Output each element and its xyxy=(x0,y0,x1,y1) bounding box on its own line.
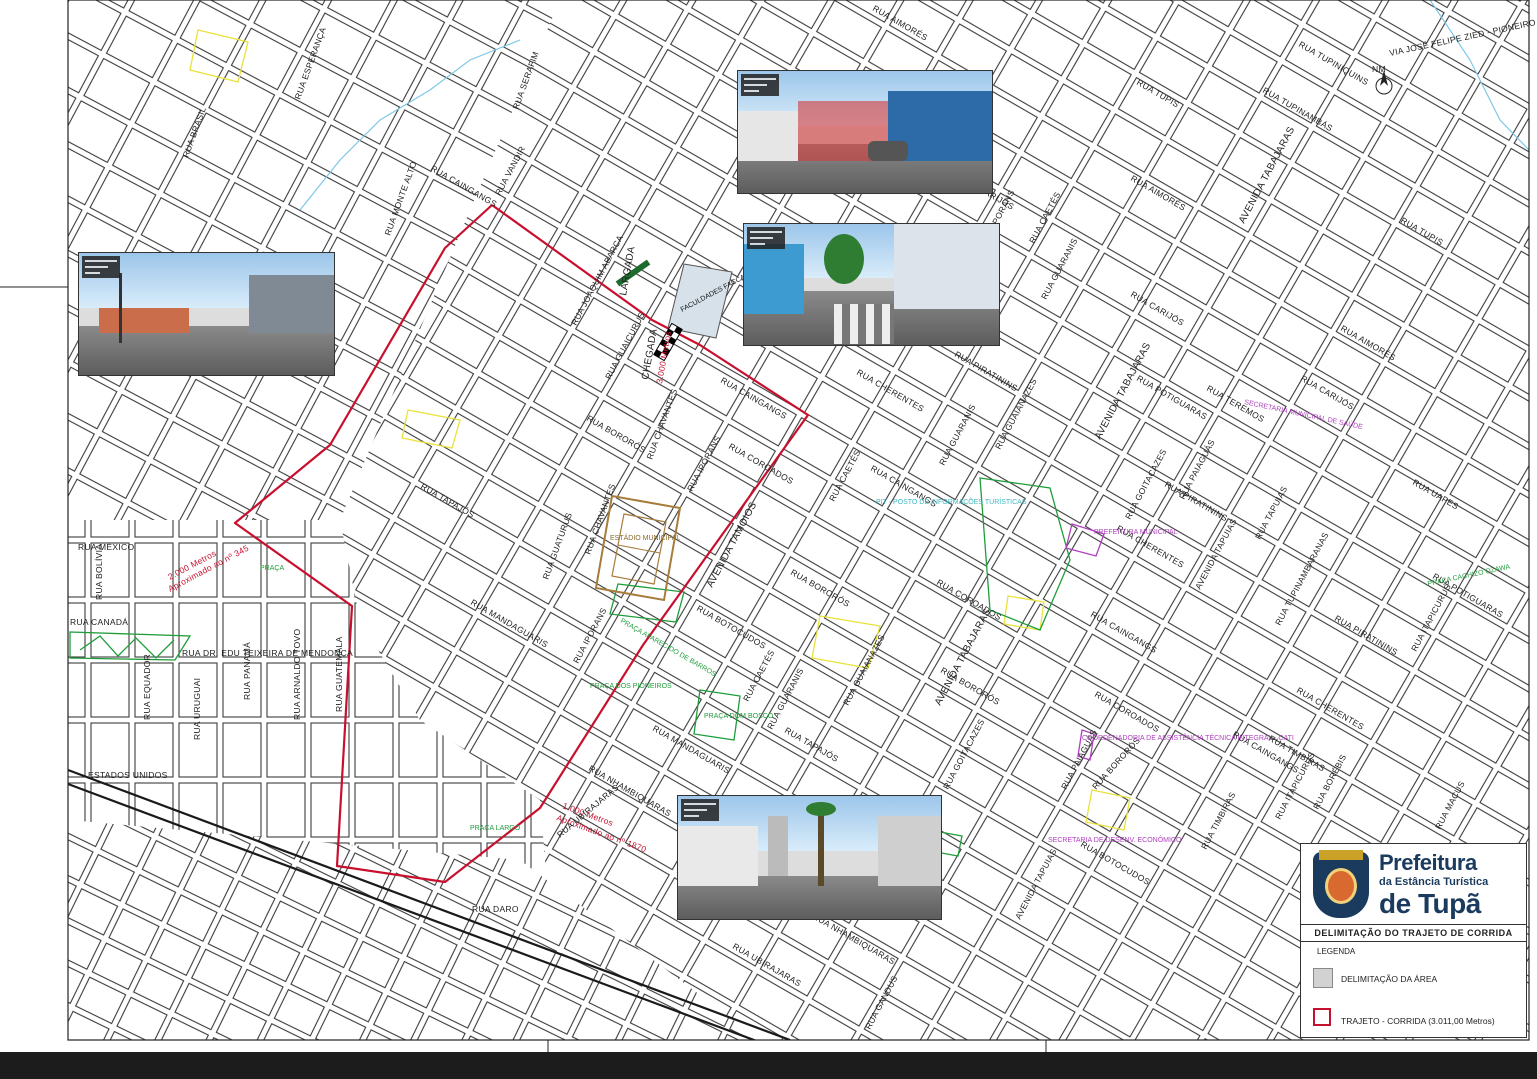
legend-subtitle: DELIMITAÇÃO DO TRAJETO DE CORRIDA xyxy=(1301,924,1526,942)
photo-overlay xyxy=(681,799,719,821)
brand-line-2: da Estância Turística xyxy=(1379,876,1489,888)
street-label: RUA DARO xyxy=(472,904,519,914)
street-label: RUA ARNALDO TOVO xyxy=(292,629,302,720)
street-label: RUA BOLÍVIA xyxy=(94,544,104,600)
street-label: RUA MÉXICO xyxy=(78,542,134,552)
north-label: NM xyxy=(1372,64,1386,74)
legend-panel: Prefeitura da Estância Turística de Tupã… xyxy=(1300,843,1527,1038)
legend-item-route: TRAJETO - CORRIDA (3.011,00 Metros) xyxy=(1341,1016,1495,1026)
place-label-secretaria-economico: SECRETARIA DE DESENV. ECONÔMICO xyxy=(1048,835,1182,844)
place-label-praca-largo: PRAÇA LARGO xyxy=(470,825,521,832)
street-view-photo-2000m[interactable] xyxy=(78,252,335,376)
viewer-bottom-bar xyxy=(0,1052,1537,1079)
brand-line-3: de Tupã xyxy=(1379,888,1481,919)
place-label-praca-pioneiros: PRAÇA DOS PIONEIROS xyxy=(590,683,672,690)
legend-heading: LEGENDA xyxy=(1317,947,1356,956)
street-view-photo-1000m[interactable] xyxy=(677,795,942,920)
area-swatch xyxy=(1313,968,1333,988)
photo-overlay xyxy=(741,74,779,96)
place-label-stadium: ESTÁDIO MUNICIPAL xyxy=(610,533,680,542)
street-label: RUA CANADÁ xyxy=(70,617,128,627)
coat-of-arms-icon xyxy=(1313,850,1369,918)
photo-overlay xyxy=(82,256,120,278)
route-swatch xyxy=(1313,1008,1331,1026)
street-label: RUA DR. EDU TEIXEIRA DE MENDONÇA xyxy=(182,648,353,658)
place-label-cati: COORDENADORIA DE ASSISTÊNCIA TÉCNICA INT… xyxy=(1082,733,1294,742)
street-label: ESTADOS UNIDOS xyxy=(88,770,168,780)
street-view-photo-start[interactable] xyxy=(743,223,1000,346)
brand-line-1: Prefeitura xyxy=(1379,850,1477,875)
street-label: RUA URUGUAI xyxy=(192,678,202,740)
place-label-prefeitura: PREFEITURA MUNICIPAL xyxy=(1094,529,1178,536)
legend-item-area: DELIMITAÇÃO DA ÁREA xyxy=(1341,974,1438,984)
street-label: RUA EQUADOR xyxy=(142,654,152,720)
prefeitura-logo: Prefeitura da Estância Turística de Tupã xyxy=(1309,848,1523,920)
place-label-praca-dom-bosco: PRAÇA DOM BOSCO xyxy=(704,713,774,720)
place-label-pit: PIT - POSTO DE INFORMAÇÕES TURÍSTICAS xyxy=(876,497,1027,506)
street-view-photo-finish[interactable] xyxy=(737,70,993,194)
map-sheet: LARGADA CHEGADA 3.000 Metros 2.000 Metro… xyxy=(0,0,1537,1052)
photo-overlay xyxy=(747,227,785,249)
place-label-praca: PRAÇA xyxy=(260,565,284,572)
